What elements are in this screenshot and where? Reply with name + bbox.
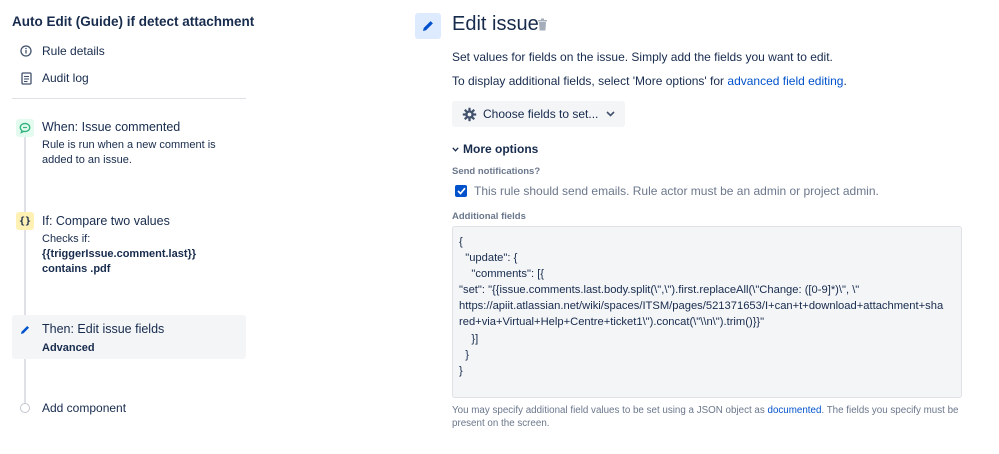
nav-rule-details-label: Rule details — [42, 44, 105, 58]
trash-icon[interactable] — [537, 18, 548, 34]
rule-title: Auto Edit (Guide) if detect attachment — [12, 14, 255, 29]
json-help-text: You may specify additional field values … — [452, 404, 962, 430]
edit-issue-panel: Edit issue Set values for fields on the … — [415, 0, 999, 454]
send-emails-checkbox[interactable] — [455, 185, 467, 197]
json-line: "update": { — [459, 252, 518, 265]
nav-audit-log-label: Audit log — [42, 71, 89, 85]
condition-operator: contains .pdf — [42, 263, 111, 275]
json-line: } — [459, 348, 469, 361]
rule-sidebar: Auto Edit (Guide) if detect attachment R… — [0, 0, 260, 454]
display-fields-hint: To display additional fields, select 'Mo… — [452, 74, 847, 88]
condition-component[interactable]: {} If: Compare two values Checks if: {{t… — [12, 212, 246, 278]
gear-icon — [462, 107, 477, 122]
action-component[interactable]: Then: Edit issue fields Advanced — [12, 320, 246, 356]
document-icon — [18, 70, 34, 86]
edit-pencil-icon — [415, 13, 441, 39]
condition-expression: {{triggerIssue.comment.last}} — [42, 248, 197, 260]
display-hint-text: To display additional fields, select 'Mo… — [452, 74, 728, 88]
json-line: "set": "{{issue.comments.last.body.split… — [459, 284, 860, 297]
condition-title: If: Compare two values — [42, 214, 170, 228]
additional-fields-json-editor[interactable]: { "update": { "comments": [{ "set": "{{i… — [452, 226, 962, 398]
nav-audit-log[interactable]: Audit log — [18, 70, 89, 86]
json-line: "comments": [{ — [459, 268, 545, 281]
advanced-field-editing-link[interactable]: advanced field editing — [727, 74, 843, 88]
json-line: https://apiit.atlassian.net/wiki/spaces/… — [459, 300, 944, 313]
json-line: } — [459, 364, 463, 377]
trigger-desc-line-2: added to an issue. — [42, 154, 132, 166]
add-component-dot — [20, 403, 30, 413]
comment-icon — [16, 119, 34, 137]
json-line: red+via+Virtual+Help+Centre+ticket1\").c… — [459, 316, 765, 329]
trigger-component[interactable]: When: Issue commented Rule is run when a… — [12, 118, 246, 170]
send-emails-text: This rule should send emails. Rule actor… — [474, 184, 879, 198]
documented-link[interactable]: documented — [768, 405, 822, 416]
json-line: }] — [459, 332, 479, 345]
send-notifications-label: Send notifications? — [452, 166, 541, 177]
more-options-label: More options — [463, 142, 539, 156]
chevron-down-icon — [606, 111, 615, 117]
sidebar-divider — [12, 98, 246, 99]
more-options-toggle[interactable]: More options — [452, 142, 538, 156]
action-desc: Advanced — [42, 342, 95, 354]
pencil-icon — [16, 321, 34, 339]
chevron-down-icon — [452, 146, 459, 152]
additional-fields-label: Additional fields — [452, 211, 526, 222]
description: Set values for fields on the issue. Simp… — [452, 50, 833, 64]
trigger-title: When: Issue commented — [42, 120, 181, 134]
action-title: Then: Edit issue fields — [42, 322, 165, 336]
page-title: Edit issue — [452, 13, 539, 35]
condition-desc: Checks if: — [42, 233, 91, 245]
choose-fields-label: Choose fields to set... — [483, 107, 599, 121]
add-component-button[interactable]: Add component — [42, 401, 126, 415]
trigger-desc-line-1: Rule is run when a new comment is — [42, 139, 216, 151]
send-emails-option[interactable]: This rule should send emails. Rule actor… — [455, 184, 879, 198]
json-line: { — [459, 236, 463, 248]
json-help-prefix: You may specify additional field values … — [452, 405, 768, 416]
info-icon — [18, 43, 34, 59]
choose-fields-button[interactable]: Choose fields to set... — [452, 101, 625, 127]
nav-rule-details[interactable]: Rule details — [18, 43, 105, 59]
display-hint-period: . — [843, 74, 847, 88]
braces-icon: {} — [16, 212, 34, 230]
